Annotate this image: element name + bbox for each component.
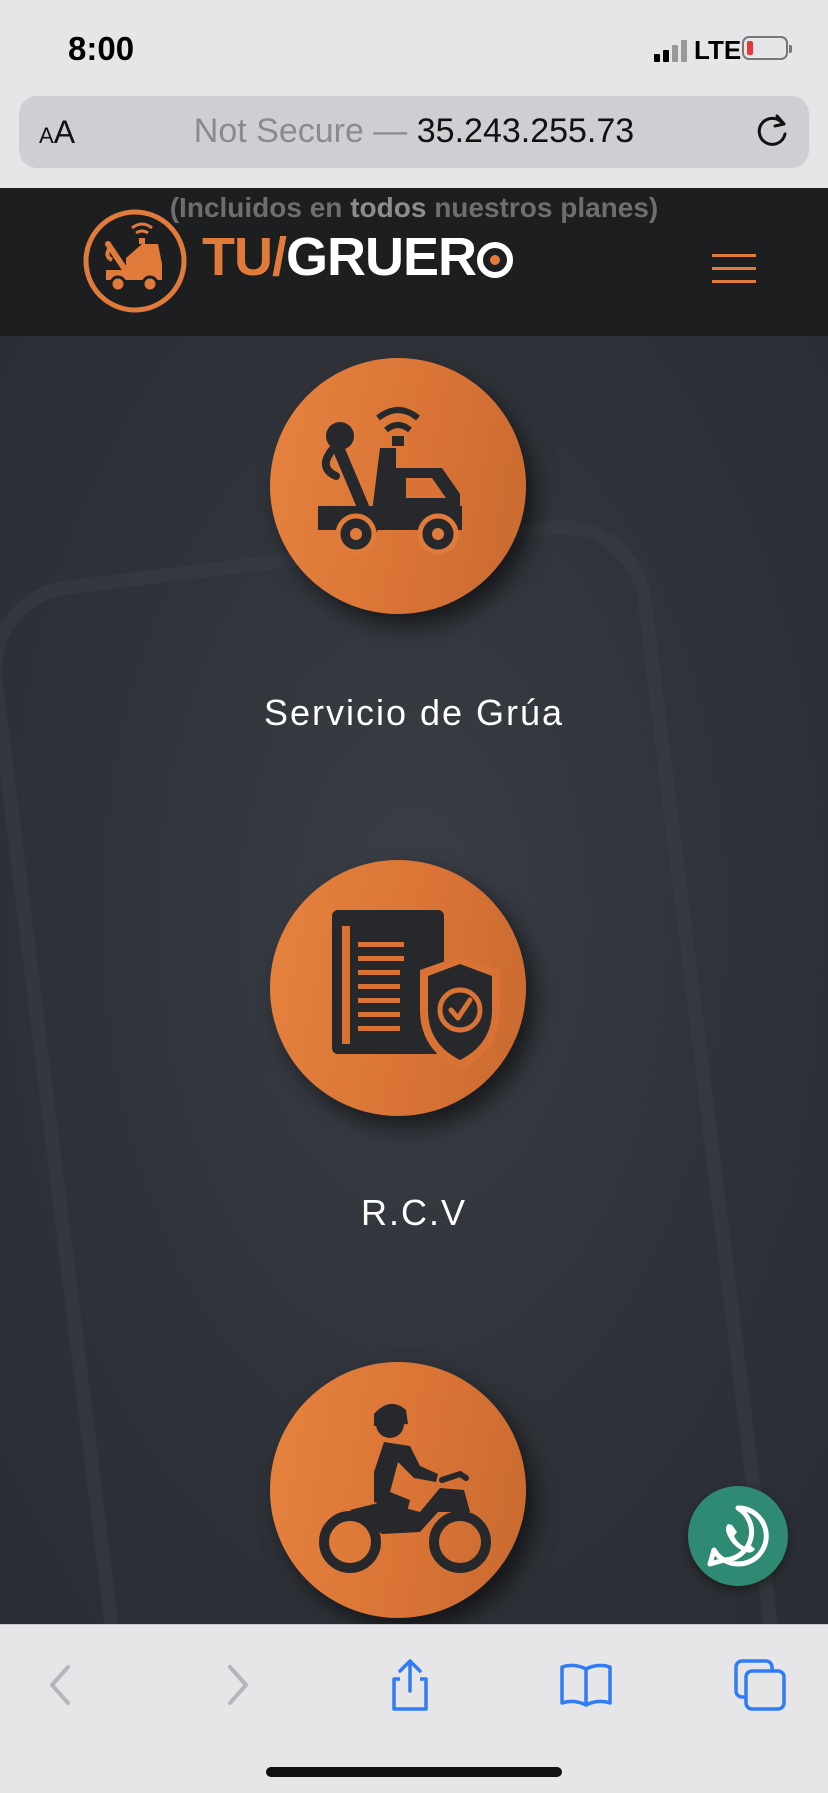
status-bar: 8:00 LTE: [0, 0, 828, 96]
home-indicator[interactable]: [266, 1767, 562, 1777]
service-rcv-label[interactable]: R.C.V: [0, 1192, 828, 1234]
battery-icon: [742, 36, 792, 60]
browser-toolbar: [0, 1624, 828, 1793]
whatsapp-button[interactable]: [688, 1486, 788, 1586]
insurance-document-icon: [332, 910, 500, 1070]
status-time: 8:00: [68, 30, 135, 67]
tow-truck-logo-icon[interactable]: [82, 208, 188, 314]
logo-o-icon: [477, 242, 514, 278]
tabs-icon[interactable]: [730, 1655, 790, 1715]
services-section: Servicio de Grúa R.C.V: [0, 336, 828, 1624]
not-secure-label: Not Secure —: [193, 112, 408, 150]
network-type: LTE: [694, 35, 742, 65]
forward-icon[interactable]: [206, 1655, 266, 1715]
site-header: (Incluidos en todos nuestros planes) TU/…: [0, 188, 828, 336]
tow-truck-icon: [318, 407, 462, 555]
motorcycle-icon: [319, 1403, 491, 1573]
back-icon[interactable]: [32, 1655, 92, 1715]
url-display[interactable]: Not Secure — 35.243.255.73: [19, 112, 809, 151]
url-host: 35.243.255.73: [416, 112, 635, 150]
hamburger-menu-icon[interactable]: [712, 254, 756, 288]
service-tow-label[interactable]: Servicio de Grúa: [0, 692, 828, 734]
share-icon[interactable]: [380, 1655, 440, 1715]
signal-icon: [654, 40, 687, 62]
address-bar[interactable]: AA Not Secure — 35.243.255.73: [19, 96, 809, 168]
whatsapp-icon: [707, 1505, 769, 1567]
brand-logo-text[interactable]: TU/GRUER: [202, 226, 514, 288]
browser-address-area: AA Not Secure — 35.243.255.73: [0, 96, 828, 188]
bookmarks-icon[interactable]: [556, 1655, 616, 1715]
reload-icon[interactable]: [753, 112, 791, 150]
service-tow-circle[interactable]: [270, 358, 526, 614]
service-rcv-circle[interactable]: [270, 860, 526, 1116]
service-moto-circle[interactable]: [270, 1362, 526, 1618]
